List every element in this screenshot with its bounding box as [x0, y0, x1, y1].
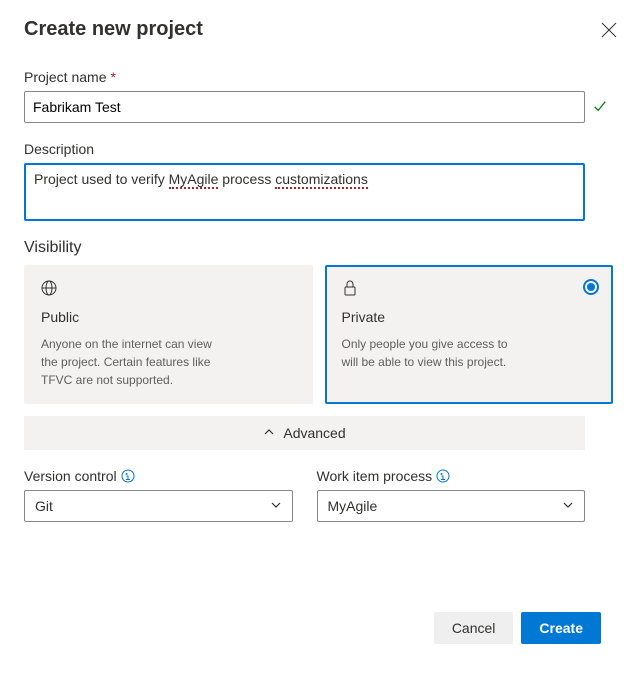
- work-item-process-label: Work item process: [317, 468, 433, 484]
- description-label: Description: [24, 141, 94, 157]
- visibility-private-title: Private: [342, 309, 597, 325]
- project-name-input[interactable]: [24, 91, 585, 123]
- description-text: Project used to verify MyAgile process c…: [34, 171, 368, 189]
- visibility-public-desc: Anyone on the internet can view the proj…: [41, 335, 221, 389]
- create-button[interactable]: Create: [521, 612, 601, 644]
- dialog-title: Create new project: [24, 18, 203, 41]
- lock-icon: [342, 280, 597, 299]
- advanced-toggle[interactable]: Advanced: [24, 416, 585, 450]
- info-icon[interactable]: [121, 469, 135, 483]
- close-icon[interactable]: [597, 18, 613, 34]
- description-input[interactable]: Project used to verify MyAgile process c…: [24, 163, 585, 221]
- chevron-up-icon: [263, 425, 275, 441]
- radio-selected-icon: [583, 279, 599, 295]
- valid-check-icon: [593, 99, 607, 116]
- project-name-label: Project name: [24, 69, 106, 85]
- required-asterisk: *: [110, 69, 115, 85]
- advanced-label: Advanced: [283, 425, 345, 441]
- chevron-down-icon: [562, 498, 574, 514]
- cancel-button[interactable]: Cancel: [434, 612, 514, 644]
- version-control-select[interactable]: Git: [24, 490, 293, 522]
- work-item-process-select[interactable]: MyAgile: [317, 490, 586, 522]
- globe-icon: [41, 280, 296, 299]
- visibility-private-desc: Only people you give access to will be a…: [342, 335, 522, 371]
- visibility-option-public[interactable]: Public Anyone on the internet can view t…: [24, 265, 313, 404]
- visibility-public-title: Public: [41, 309, 296, 325]
- visibility-option-private[interactable]: Private Only people you give access to w…: [325, 265, 614, 404]
- version-control-label: Version control: [24, 468, 117, 484]
- visibility-label: Visibility: [24, 239, 613, 257]
- version-control-value: Git: [35, 498, 53, 514]
- info-icon[interactable]: [436, 469, 450, 483]
- chevron-down-icon: [270, 498, 282, 514]
- work-item-process-value: MyAgile: [328, 498, 378, 514]
